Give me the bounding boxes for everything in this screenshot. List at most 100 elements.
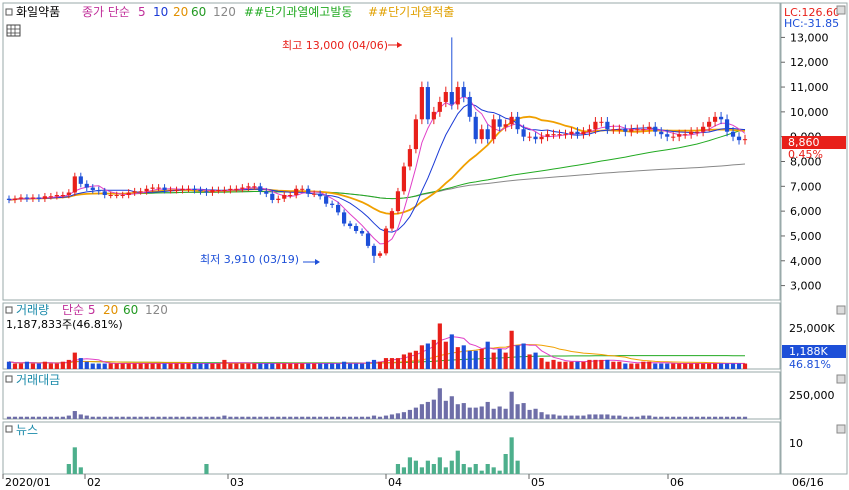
- amount-panel[interactable]: [2, 371, 781, 420]
- volume-bar: [419, 345, 424, 369]
- volume-bar: [718, 363, 724, 369]
- candle-body: [114, 195, 119, 197]
- y-tick-label: 6,000: [790, 205, 822, 218]
- candle-body: [84, 183, 89, 188]
- candle-body: [132, 191, 137, 193]
- price-panel[interactable]: [2, 2, 781, 301]
- candle-body: [689, 131, 694, 135]
- volume-bar: [264, 363, 269, 369]
- volume-bar: [6, 361, 12, 369]
- amount-bar: [605, 414, 610, 419]
- candle-body: [228, 188, 233, 191]
- candle-body: [503, 124, 508, 127]
- x-tick-label: 06: [670, 476, 684, 489]
- side-scroll-icon[interactable]: [836, 5, 846, 15]
- volume-bar: [30, 363, 36, 369]
- volume-bar: [593, 359, 598, 369]
- volume-bar: [359, 363, 365, 369]
- amount-bar: [264, 416, 269, 419]
- candle-body: [156, 187, 161, 189]
- volume-bar: [605, 359, 610, 369]
- signal-b-label: ##단기과열적출: [368, 5, 454, 19]
- news-bar: [78, 467, 83, 474]
- volume-bar: [353, 363, 359, 369]
- change-pct: 0.45%: [788, 148, 823, 161]
- news-panel[interactable]: [2, 421, 781, 475]
- volume-bar: [336, 363, 341, 369]
- amount-bar: [96, 416, 101, 419]
- volume-bar: [48, 363, 53, 369]
- amount-bar: [593, 414, 598, 419]
- candle-body: [330, 203, 335, 205]
- panel-close-icon[interactable]: [836, 424, 846, 434]
- panel-close-icon[interactable]: [836, 305, 846, 315]
- y-tick-label: 7,000: [790, 180, 822, 193]
- candle-body: [712, 116, 718, 122]
- amount-title: 거래대금: [16, 373, 60, 387]
- candle-body: [252, 186, 257, 188]
- amount-bar: [683, 416, 688, 419]
- volume-bar: [485, 341, 490, 369]
- stock-chart: 13,00012,00011,00010,0009,0008,0007,0006…: [2, 2, 848, 489]
- news-bar: [431, 464, 436, 474]
- amount-bar: [228, 416, 233, 419]
- volume-bar: [84, 361, 89, 369]
- grid-icon[interactable]: [6, 24, 21, 37]
- volume-bar: [551, 359, 556, 369]
- volume-bar: [132, 363, 137, 369]
- volume-bar: [330, 363, 335, 369]
- candle-body: [306, 188, 311, 194]
- amount-bar: [300, 416, 305, 419]
- candle-body: [539, 136, 544, 140]
- candle-body: [527, 136, 532, 138]
- candle-body: [102, 191, 107, 196]
- volume-bar: [24, 361, 30, 369]
- candle-body: [617, 129, 622, 131]
- amount-bar: [587, 414, 592, 419]
- candle-body: [347, 223, 353, 227]
- volume-bar: [377, 361, 383, 369]
- candle-body: [455, 87, 460, 105]
- volume-bar: [36, 363, 42, 369]
- volume-bar: [629, 363, 634, 369]
- volume-bar: [72, 352, 77, 369]
- amount-bar: [449, 396, 454, 419]
- signal-a-label: ##단기과열예고발동: [244, 5, 352, 19]
- candle-body: [90, 187, 95, 191]
- candle-body: [353, 226, 359, 231]
- candle-body: [671, 136, 676, 138]
- amount-bar: [198, 416, 203, 419]
- candle-body: [485, 129, 490, 140]
- panel-close-icon[interactable]: [836, 374, 846, 384]
- candle-body: [551, 134, 556, 136]
- candle-body: [521, 129, 526, 137]
- volume-bar: [736, 363, 742, 369]
- news-bar: [66, 464, 71, 474]
- candle-body: [473, 116, 478, 140]
- amount-bar: [641, 415, 646, 419]
- volume-bar: [683, 363, 688, 369]
- amount-bar: [503, 408, 508, 419]
- amount-bar: [485, 401, 490, 419]
- volume-bar: [341, 361, 347, 369]
- amount-bar: [353, 416, 359, 419]
- amount-bar: [701, 416, 706, 419]
- candle-body: [36, 197, 42, 199]
- amount-y-tick: 250,000: [789, 389, 835, 402]
- amount-bar: [419, 404, 424, 419]
- volume-bar: [461, 345, 466, 369]
- candle-body: [72, 176, 77, 193]
- volume-bar: [114, 363, 119, 369]
- amount-bar: [551, 414, 556, 419]
- news-bar: [401, 467, 407, 474]
- volume-bar: [527, 354, 532, 369]
- candle-body: [144, 188, 149, 192]
- y-tick-label: 10,000: [790, 106, 829, 119]
- amount-bar: [695, 416, 700, 419]
- amount-bar: [707, 416, 712, 419]
- candle-body: [276, 198, 281, 200]
- amount-bar: [168, 416, 173, 419]
- candle-body: [665, 134, 670, 137]
- candle-body: [120, 195, 125, 197]
- candle-body: [677, 134, 682, 137]
